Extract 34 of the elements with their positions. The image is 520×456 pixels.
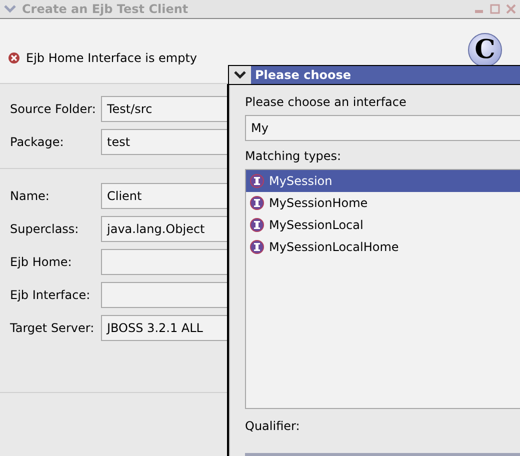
filter-field[interactable]: My	[245, 115, 520, 141]
field-label: Superclass:	[10, 222, 80, 236]
text-field[interactable]: Test/src	[101, 96, 227, 122]
field-label: Name:	[10, 188, 50, 202]
list-item[interactable]: MySessionLocalHome	[246, 236, 520, 258]
list-item[interactable]: MySessionLocal	[246, 214, 520, 236]
error-icon	[8, 52, 20, 64]
window-menu-icon[interactable]	[234, 71, 246, 79]
field-label: Package:	[10, 134, 65, 148]
field-label: Ejb Home:	[10, 254, 73, 268]
maximize-icon[interactable]	[490, 4, 500, 14]
field-label: Ejb Interface:	[10, 288, 92, 302]
interface-icon	[250, 240, 264, 254]
interface-icon	[250, 174, 264, 188]
text-field[interactable]: test	[101, 128, 227, 154]
error-message: Ejb Home Interface is empty	[26, 51, 198, 65]
text-field[interactable]	[101, 248, 227, 274]
interface-icon	[250, 218, 264, 232]
close-icon[interactable]	[506, 4, 516, 14]
field-label: Source Folder:	[10, 102, 97, 116]
field-label: Target Server:	[10, 320, 96, 334]
text-field[interactable]: java.lang.Object	[101, 216, 227, 242]
dialog-title: Please choose	[254, 68, 352, 82]
list-label: Matching types:	[245, 149, 342, 163]
qualifier-label: Qualifier:	[245, 419, 300, 433]
list-item[interactable]: MySessionHome	[246, 192, 520, 214]
text-field[interactable]: Client	[101, 182, 227, 208]
list-item[interactable]: MySession	[246, 170, 520, 192]
interface-icon	[250, 196, 264, 210]
text-field[interactable]: JBOSS 3.2.1 ALL	[101, 314, 227, 340]
text-field[interactable]	[101, 282, 227, 308]
prompt-label: Please choose an interface	[245, 95, 406, 109]
class-logo: C	[468, 33, 502, 67]
window-title: Create an Ejb Test Client	[22, 2, 190, 16]
